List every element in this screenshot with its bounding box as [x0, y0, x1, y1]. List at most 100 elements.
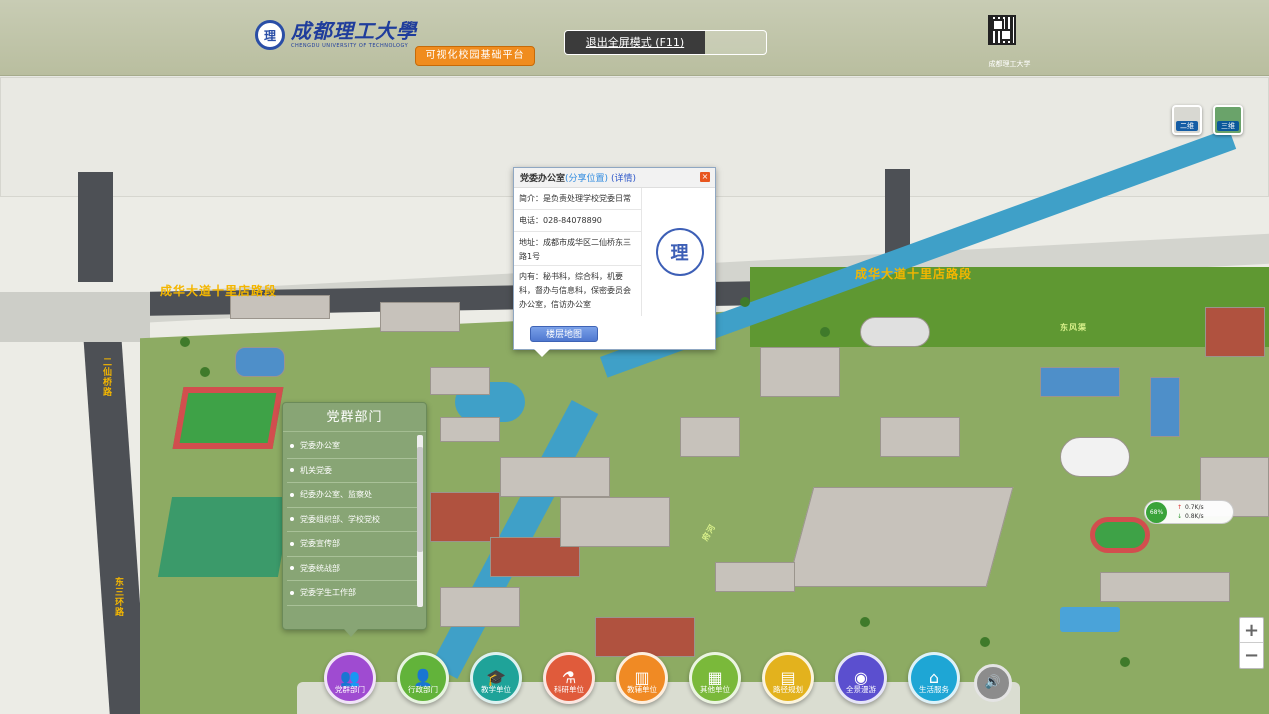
popup-address: 地址：成都市成华区二仙桥东三路1号: [514, 232, 641, 266]
nav-label: 行政部门: [408, 685, 438, 694]
building: [440, 417, 500, 442]
popup-phone: 电话：028-84078890: [514, 210, 641, 232]
sports-field: [172, 387, 284, 449]
building-library: [1100, 572, 1230, 602]
upload-speed: ↑ 0.7K/s: [1177, 504, 1204, 511]
bullet-icon: [290, 590, 294, 595]
tennis-courts: [157, 497, 293, 577]
building-blue: [1040, 367, 1120, 397]
view-2d-button[interactable]: 二维: [1172, 105, 1202, 135]
nav-admin-departments[interactable]: 👤 行政部门: [397, 652, 449, 704]
building: [500, 457, 610, 497]
bullet-icon: [290, 517, 294, 521]
road-label: 二仙桥路: [101, 357, 111, 397]
university-logo: 理 成都理工大學 CHENGDU UNIVERSITY OF TECHNOLOG…: [255, 20, 417, 50]
road-left-top: [78, 172, 113, 282]
tree: [820, 327, 830, 337]
building: [680, 417, 740, 457]
zoom-out-button[interactable]: −: [1240, 643, 1263, 668]
tree: [980, 637, 990, 647]
nav-research-units[interactable]: ⚗ 科研单位: [543, 652, 595, 704]
department-panel-title: 党群部门: [283, 403, 426, 432]
road-label: 东三环路: [113, 577, 123, 617]
down-arrow-icon: ↓: [1177, 513, 1183, 520]
department-label: 纪委办公室、监察处: [300, 490, 372, 499]
nav-life-services[interactable]: ⌂ 生活服务: [908, 652, 960, 704]
upload-value: 0.7K/s: [1185, 504, 1204, 511]
popup-body: 简介：是负责处理学校党委日常 电话：028-84078890 地址：成都市成华区…: [514, 188, 717, 316]
department-item[interactable]: 机关党委: [287, 459, 417, 483]
popup-intro: 简介：是负责处理学校党委日常: [514, 188, 641, 210]
department-label: 党委办公室: [300, 441, 340, 450]
qr-code-icon: [988, 15, 1016, 45]
department-item[interactable]: 党委组织部、学校党校: [287, 508, 417, 532]
nav-label: 全景漫游: [846, 685, 876, 694]
department-label: 党委组织部、学校党校: [300, 514, 380, 524]
building: [440, 587, 520, 627]
building-complex: [786, 487, 1014, 587]
department-scrollbar[interactable]: [417, 435, 423, 607]
nav-support-units[interactable]: ▥ 教辅单位: [616, 652, 668, 704]
view-2d-label: 二维: [1176, 121, 1198, 131]
view-3d-button[interactable]: 三维: [1213, 105, 1243, 135]
nav-teaching-units[interactable]: 🎓 教学单位: [470, 652, 522, 704]
department-item[interactable]: 党委学生工作部: [287, 581, 417, 606]
university-seal-icon: 理: [655, 228, 704, 276]
popup-contents: 内有：秘书科，综合科，机要科，督办与信息科，保密委员会办公室，信访办公室: [519, 272, 631, 309]
nav-label: 生活服务: [919, 685, 949, 694]
road-left-vertical: [83, 342, 149, 714]
bullet-icon: [290, 541, 294, 546]
detail-link[interactable]: (详情): [611, 174, 636, 184]
department-label: 党委统战部: [300, 563, 340, 573]
department-item[interactable]: 党委宣传部: [287, 532, 417, 557]
zoom-control: + −: [1239, 617, 1264, 669]
tree: [180, 337, 190, 347]
popup-title: 党委办公室: [520, 174, 566, 184]
download-speed: ↓ 0.8K/s: [1177, 513, 1204, 520]
view-3d-label: 三维: [1217, 121, 1239, 131]
building: [430, 367, 490, 395]
department-label: 党委宣传部: [300, 539, 340, 548]
bullet-icon: [290, 468, 294, 472]
nav-label: 党群部门: [335, 685, 365, 694]
popup-pointer: [534, 349, 550, 357]
tree: [860, 617, 870, 627]
nav-label: 教辅单位: [627, 685, 657, 694]
department-item[interactable]: 党委办公室: [287, 434, 417, 459]
building-dome: [860, 317, 930, 347]
tree: [200, 367, 210, 377]
building: [560, 497, 670, 547]
building-dorm: [430, 492, 500, 542]
department-label: 党委学生工作部: [300, 588, 356, 597]
close-icon[interactable]: ×: [700, 172, 710, 182]
nav-label: 路径规划: [773, 685, 803, 694]
share-location-link[interactable]: (分享位置): [565, 174, 608, 184]
nav-other-units[interactable]: ▦ 其他单位: [689, 652, 741, 704]
building-info-popup: 党委办公室(分享位置) (详情) × 简介：是负责处理学校党委日常 电话：028-…: [513, 167, 717, 357]
zoom-in-button[interactable]: +: [1240, 618, 1263, 643]
nav-route-planning[interactable]: ▤ 路径规划: [762, 652, 814, 704]
fullscreen-control: 退出全屏模式 (F11): [564, 30, 767, 55]
scrollbar-thumb[interactable]: [417, 447, 423, 552]
department-item[interactable]: 纪委办公室、监察处: [287, 483, 417, 508]
speaker-icon[interactable]: 🔊: [974, 664, 1012, 702]
tree: [1120, 657, 1130, 667]
platform-badge: 可视化校园基础平台: [415, 46, 535, 66]
nav-party-departments[interactable]: 👥 党群部门: [324, 652, 376, 704]
nav-panorama-tour[interactable]: ◉ 全景漫游: [835, 652, 887, 704]
department-item[interactable]: 党委统战部: [287, 557, 417, 581]
building: [380, 302, 460, 332]
road-intersection: [0, 292, 150, 342]
building-tower: [1205, 307, 1265, 357]
nav-label: 其他单位: [700, 685, 730, 694]
department-list: 党委办公室 机关党委 纪委办公室、监察处 党委组织部、学校党校 党委宣传部 党委…: [287, 434, 417, 606]
exit-fullscreen-button[interactable]: 退出全屏模式 (F11): [565, 31, 705, 54]
department-label: 机关党委: [300, 465, 332, 475]
tree: [740, 297, 750, 307]
university-seal-icon: 理: [255, 20, 285, 50]
bullet-icon: [290, 492, 294, 497]
floor-map-button[interactable]: 楼层地图: [530, 326, 598, 342]
road-label: 成华大道十里店路段: [855, 267, 973, 281]
building: [880, 417, 960, 457]
building-blue: [1150, 377, 1180, 437]
